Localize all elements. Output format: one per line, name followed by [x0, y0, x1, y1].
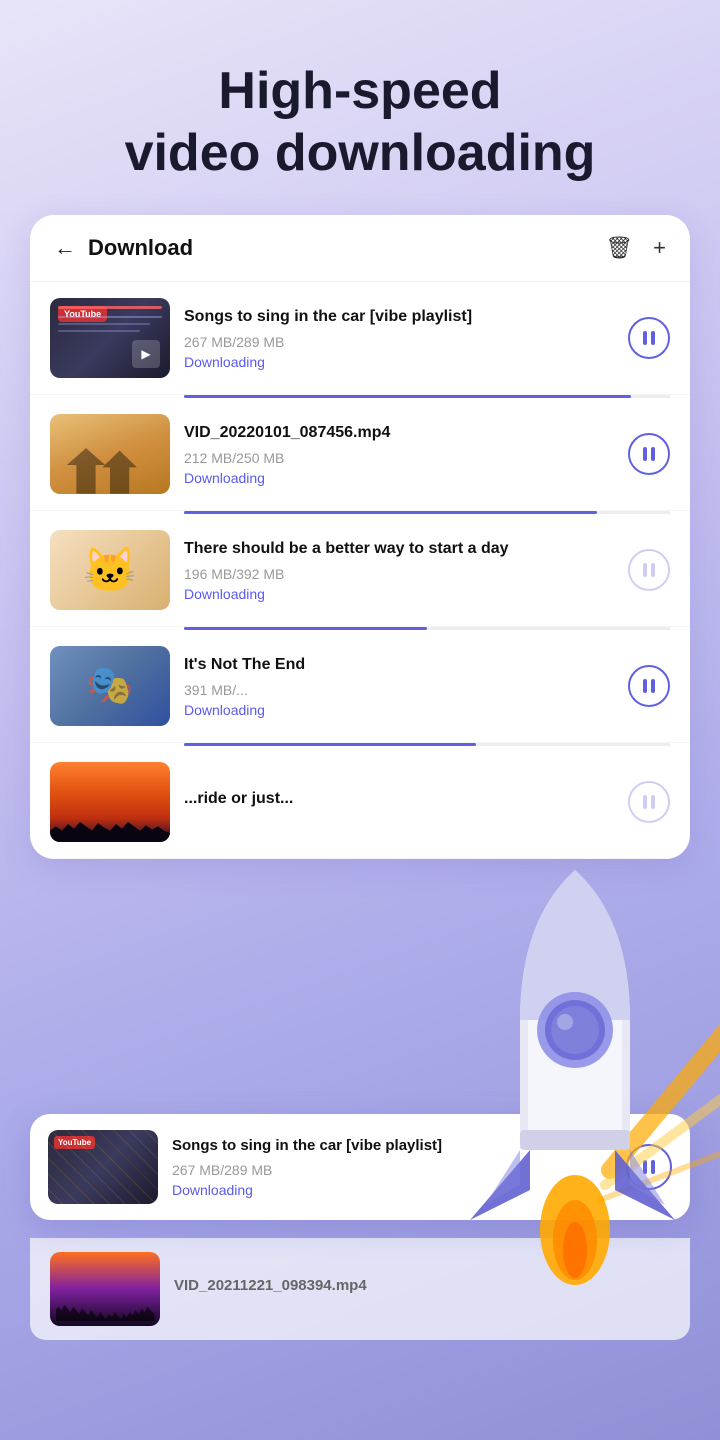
header-icons: 🗑 +	[605, 235, 666, 261]
pause-bar-left	[643, 447, 647, 461]
item-info: There should be a better way to start a …	[170, 538, 628, 602]
download-item: ...ride or just...	[30, 746, 690, 859]
item-thumbnail	[50, 762, 170, 842]
download-item: 🎭 It's Not The End 391 MB/... Downloadin…	[30, 630, 690, 743]
pause-bar-left	[643, 795, 647, 809]
item-info: ...ride or just...	[170, 788, 628, 816]
item-title: It's Not The End	[184, 654, 614, 676]
pause-bar-right	[651, 331, 655, 345]
pause-bar-left	[643, 563, 647, 577]
pause-bar-right	[651, 563, 655, 577]
pause-bar-left	[643, 331, 647, 345]
card-title: Download	[88, 235, 605, 261]
pause-icon	[643, 563, 655, 577]
item-title: ...ride or just...	[184, 788, 614, 810]
item-title: VID_20220101_087456.mp4	[184, 422, 614, 444]
item-info: Songs to sing in the car [vibe playlist]…	[170, 306, 628, 370]
pause-icon	[643, 679, 655, 693]
bottom-thumbnail	[50, 1252, 160, 1326]
item-status: Downloading	[184, 470, 614, 486]
card-header: ← Download 🗑 +	[30, 215, 690, 282]
pause-icon	[643, 795, 655, 809]
bottom-item: VID_20211221_098394.mp4	[30, 1238, 690, 1340]
pause-icon	[643, 447, 655, 461]
pause-bar-left	[643, 679, 647, 693]
download-list: YouTube ▶ Songs to sing in the car [vibe…	[30, 282, 690, 859]
pause-bar-left	[643, 1160, 647, 1174]
download-item: VID_20220101_087456.mp4 212 MB/250 MB Do…	[30, 398, 690, 511]
item-thumbnail: 🎭	[50, 646, 170, 726]
popup-info: Songs to sing in the car [vibe playlist]…	[158, 1136, 626, 1198]
download-item: YouTube ▶ Songs to sing in the car [vibe…	[30, 282, 690, 395]
pause-button[interactable]	[628, 317, 670, 359]
popup-size: 267 MB/289 MB	[172, 1162, 612, 1178]
item-title: Songs to sing in the car [vibe playlist]	[184, 306, 614, 328]
pause-button[interactable]	[628, 549, 670, 591]
item-thumbnail	[50, 414, 170, 494]
hero-section: High-speed video downloading	[0, 0, 720, 215]
item-thumbnail: YouTube ▶	[50, 298, 170, 378]
item-size: 391 MB/...	[184, 682, 614, 698]
hero-title: High-speed video downloading	[60, 60, 660, 185]
bottom-item-title: VID_20211221_098394.mp4	[174, 1276, 656, 1296]
download-card: ← Download 🗑 + YouTube ▶ Songs to sing i…	[30, 215, 690, 859]
pause-button[interactable]	[628, 665, 670, 707]
item-title: There should be a better way to start a …	[184, 538, 614, 560]
pause-button[interactable]	[628, 781, 670, 823]
item-status: Downloading	[184, 586, 614, 602]
pause-bar-right	[651, 679, 655, 693]
item-status: Downloading	[184, 354, 614, 370]
back-button[interactable]: ←	[54, 235, 76, 261]
item-info: It's Not The End 391 MB/... Downloading	[170, 654, 628, 718]
pause-bar-right	[651, 1160, 655, 1174]
bottom-item-info: VID_20211221_098394.mp4	[160, 1276, 670, 1302]
popup-card: YouTube Songs to sing in the car [vibe p…	[30, 1114, 690, 1220]
popup-pause-button[interactable]	[626, 1144, 672, 1190]
item-size: 212 MB/250 MB	[184, 450, 614, 466]
download-item: 🐱 There should be a better way to start …	[30, 514, 690, 627]
item-size: 267 MB/289 MB	[184, 334, 614, 350]
popup-thumbnail: YouTube	[48, 1130, 158, 1204]
pause-icon	[643, 331, 655, 345]
pause-button[interactable]	[628, 433, 670, 475]
pause-bar-right	[651, 447, 655, 461]
item-thumbnail: 🐱	[50, 530, 170, 610]
popup-status: Downloading	[172, 1182, 612, 1198]
pause-icon	[643, 1160, 655, 1174]
item-info: VID_20220101_087456.mp4 212 MB/250 MB Do…	[170, 422, 628, 486]
item-status: Downloading	[184, 702, 614, 718]
item-size: 196 MB/392 MB	[184, 566, 614, 582]
popup-title: Songs to sing in the car [vibe playlist]	[172, 1136, 612, 1156]
pause-bar-right	[651, 795, 655, 809]
delete-icon[interactable]: 🗑	[605, 235, 633, 261]
add-icon[interactable]: +	[653, 235, 666, 261]
